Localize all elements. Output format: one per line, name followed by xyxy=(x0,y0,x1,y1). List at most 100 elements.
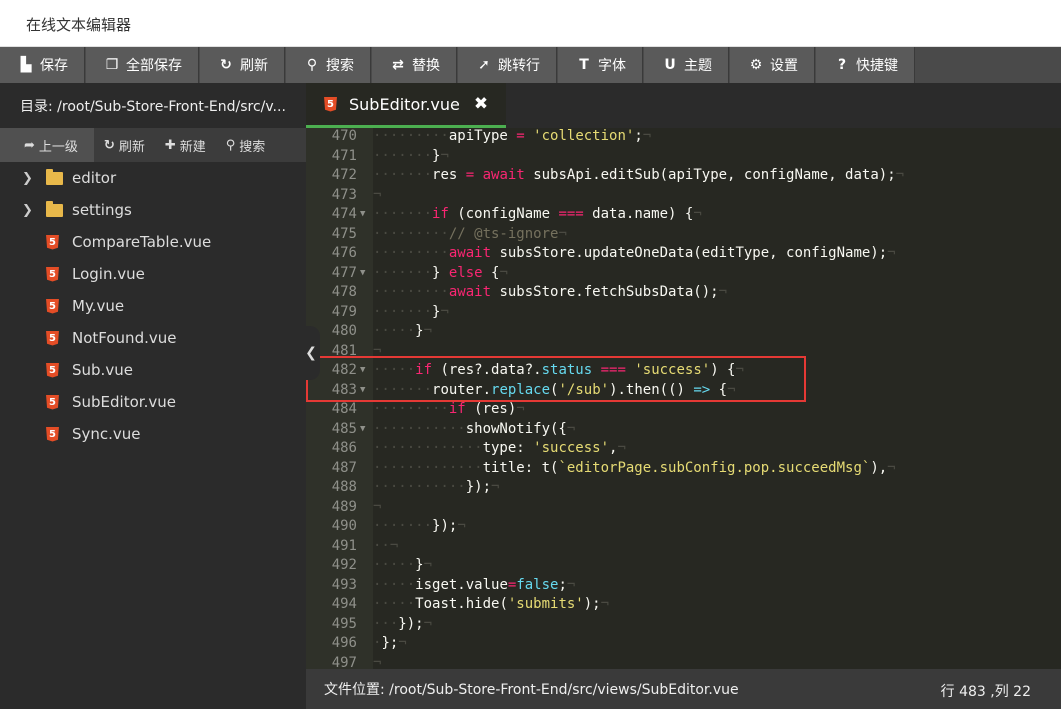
line-number: 490 xyxy=(331,518,357,534)
editor-tab-bar: 5 SubEditor.vue ✖ xyxy=(306,83,1061,128)
code-line: 481 ¬ xyxy=(306,342,1061,362)
toolbar-button-search[interactable]: ⚲ 搜索 xyxy=(286,47,371,83)
file-tree: ❯ editor ❯ settings 5 CompareTable.vue 5 Login.… xyxy=(0,162,306,450)
directory-path: 目录: /root/Sub-Store-Front-End/src/v... xyxy=(0,83,306,128)
line-number: 474 xyxy=(331,206,357,222)
code-text: ·········// @ts-ignore¬ xyxy=(373,225,567,242)
line-number: 477 xyxy=(331,264,357,281)
line-number: 471 xyxy=(331,147,357,164)
code-text: ·····Toast.hide('submits');¬ xyxy=(373,596,610,612)
vue-file-icon: 5 xyxy=(46,298,59,314)
toolbar-label: 替换 xyxy=(412,58,440,74)
toolbar-button-goto-line[interactable]: ➚ 跳转行 xyxy=(458,47,557,83)
code-line: 474 ▼ ·······if (configName === data.name)… xyxy=(306,205,1061,225)
title-bar: 在线文本编辑器 xyxy=(0,0,1061,47)
chevron-right-icon[interactable]: ❯ xyxy=(22,171,36,186)
sidebar-tool-up-arrow[interactable]: ➦ 上一级 xyxy=(0,128,94,162)
vue-file-icon: 5 xyxy=(46,394,59,410)
code-text: ·······});¬ xyxy=(373,518,466,534)
line-number: 483 xyxy=(331,381,357,398)
code-line: 489 ¬ xyxy=(306,498,1061,518)
code-line: 473 ¬ xyxy=(306,186,1061,206)
cursor-position: 行 483 ,列 22 xyxy=(940,684,1031,700)
toolbar: ▙ 保存 ❐ 全部保存 ↻ 刷新 ⚲ 搜索 ⇄ 替换 ➚ 跳转行 T 字体 U 主题 ⚙ 设置 ? 快捷键 xyxy=(0,47,1061,83)
sidebar-tool-label: 刷新 xyxy=(118,139,145,155)
code-text: ¬ xyxy=(373,498,382,515)
tree-file[interactable]: 5 Sub.vue xyxy=(0,354,306,386)
toolbar-button-settings[interactable]: ⚙ 设置 xyxy=(730,47,815,83)
fold-arrow-icon[interactable]: ▼ xyxy=(360,361,365,381)
tree-file[interactable]: 5 NotFound.vue xyxy=(0,322,306,354)
code-text: ·········apiType = 'collection';¬ xyxy=(373,128,652,144)
toolbar-button-save-all[interactable]: ❐ 全部保存 xyxy=(86,47,199,83)
tree-file[interactable]: 5 Sync.vue xyxy=(0,418,306,450)
code-line: 478 ·········await subsStore.fetchSubsDat… xyxy=(306,283,1061,303)
fold-arrow-icon[interactable]: ▼ xyxy=(360,264,365,284)
toolbar-button-save[interactable]: ▙ 保存 xyxy=(0,47,85,83)
settings-icon: ⚙ xyxy=(749,57,763,73)
toolbar-label: 主题 xyxy=(684,58,712,74)
sidebar-tool-label: 新建 xyxy=(179,139,206,155)
line-number: 486 xyxy=(331,440,357,456)
code-line: 477 ▼ ·······} else {¬ xyxy=(306,264,1061,284)
close-icon[interactable]: ✖ xyxy=(474,94,488,114)
toolbar-button-font[interactable]: T 字体 xyxy=(558,47,643,83)
tree-file[interactable]: 5 My.vue xyxy=(0,290,306,322)
tree-folder-editor[interactable]: ❯ editor xyxy=(0,162,306,194)
line-number: 473 xyxy=(331,186,357,203)
tree-item-label: My.vue xyxy=(72,297,125,315)
toolbar-label: 保存 xyxy=(40,58,68,74)
font-icon: T xyxy=(579,57,589,73)
sidebar-tool-label: 上一级 xyxy=(38,139,78,155)
line-number: 496 xyxy=(331,635,357,651)
fold-arrow-icon[interactable]: ▼ xyxy=(360,381,365,401)
code-text: ·····}¬ xyxy=(373,557,433,573)
fold-arrow-icon[interactable]: ▼ xyxy=(360,420,365,440)
line-number: 479 xyxy=(331,303,357,320)
tree-item-label: NotFound.vue xyxy=(72,329,177,347)
code-text: ·······}¬ xyxy=(373,303,449,320)
line-number: 485 xyxy=(331,420,357,437)
theme-icon: U xyxy=(664,57,676,73)
fold-arrow-icon[interactable]: ▼ xyxy=(360,205,365,225)
code-text: ·····isget.value=false;¬ xyxy=(373,576,576,593)
code-text: ·······router.replace('/sub').then(() =>… xyxy=(373,381,736,398)
sidebar-tool-refresh[interactable]: ↻ 刷新 xyxy=(94,128,155,162)
collapse-sidebar-icon[interactable]: ❮ xyxy=(302,326,320,380)
code-editor[interactable]: 470 ·········apiType = 'collection';¬ 471 ·… xyxy=(306,128,1061,669)
sidebar-tool-plus[interactable]: ✚ 新建 xyxy=(155,128,216,162)
toolbar-button-shortcut[interactable]: ? 快捷键 xyxy=(816,47,915,83)
tab-subeditor[interactable]: 5 SubEditor.vue ✖ xyxy=(306,83,506,128)
toolbar-label: 设置 xyxy=(770,58,798,74)
code-text: ···········showNotify({¬ xyxy=(373,420,576,437)
toolbar-button-theme[interactable]: U 主题 xyxy=(644,47,729,83)
vue-file-icon: 5 xyxy=(324,96,337,112)
code-text: ···});¬ xyxy=(373,615,433,632)
code-text: ·······res = await subsApi.editSub(apiTy… xyxy=(373,167,905,183)
line-number: 478 xyxy=(331,284,357,300)
tree-folder-settings[interactable]: ❯ settings xyxy=(0,194,306,226)
toolbar-button-replace[interactable]: ⇄ 替换 xyxy=(372,47,457,83)
toolbar-button-refresh[interactable]: ↻ 刷新 xyxy=(200,47,285,83)
line-number: 492 xyxy=(331,557,357,573)
tree-file[interactable]: 5 Login.vue xyxy=(0,258,306,290)
code-line: 471 ·······}¬ xyxy=(306,147,1061,167)
sidebar-tool-label: 搜索 xyxy=(239,139,266,155)
chevron-right-icon[interactable]: ❯ xyxy=(22,203,36,218)
tree-file[interactable]: 5 SubEditor.vue xyxy=(0,386,306,418)
folder-icon xyxy=(46,200,63,217)
code-line: 484 ·········if (res)¬ xyxy=(306,400,1061,420)
toolbar-label: 刷新 xyxy=(240,58,268,74)
line-number: 495 xyxy=(331,615,357,632)
toolbar-label: 搜索 xyxy=(326,58,354,74)
line-number: 491 xyxy=(331,537,357,554)
sidebar-tool-search[interactable]: ⚲ 搜索 xyxy=(216,128,276,162)
vue-file-icon: 5 xyxy=(46,330,59,346)
line-number: 489 xyxy=(331,498,357,515)
tree-item-label: editor xyxy=(72,169,117,187)
tree-file[interactable]: 5 CompareTable.vue xyxy=(0,226,306,258)
code-text: ¬ xyxy=(373,654,382,670)
line-number: 484 xyxy=(331,401,357,417)
tree-item-label: Sub.vue xyxy=(72,361,133,379)
replace-icon: ⇄ xyxy=(392,57,404,73)
